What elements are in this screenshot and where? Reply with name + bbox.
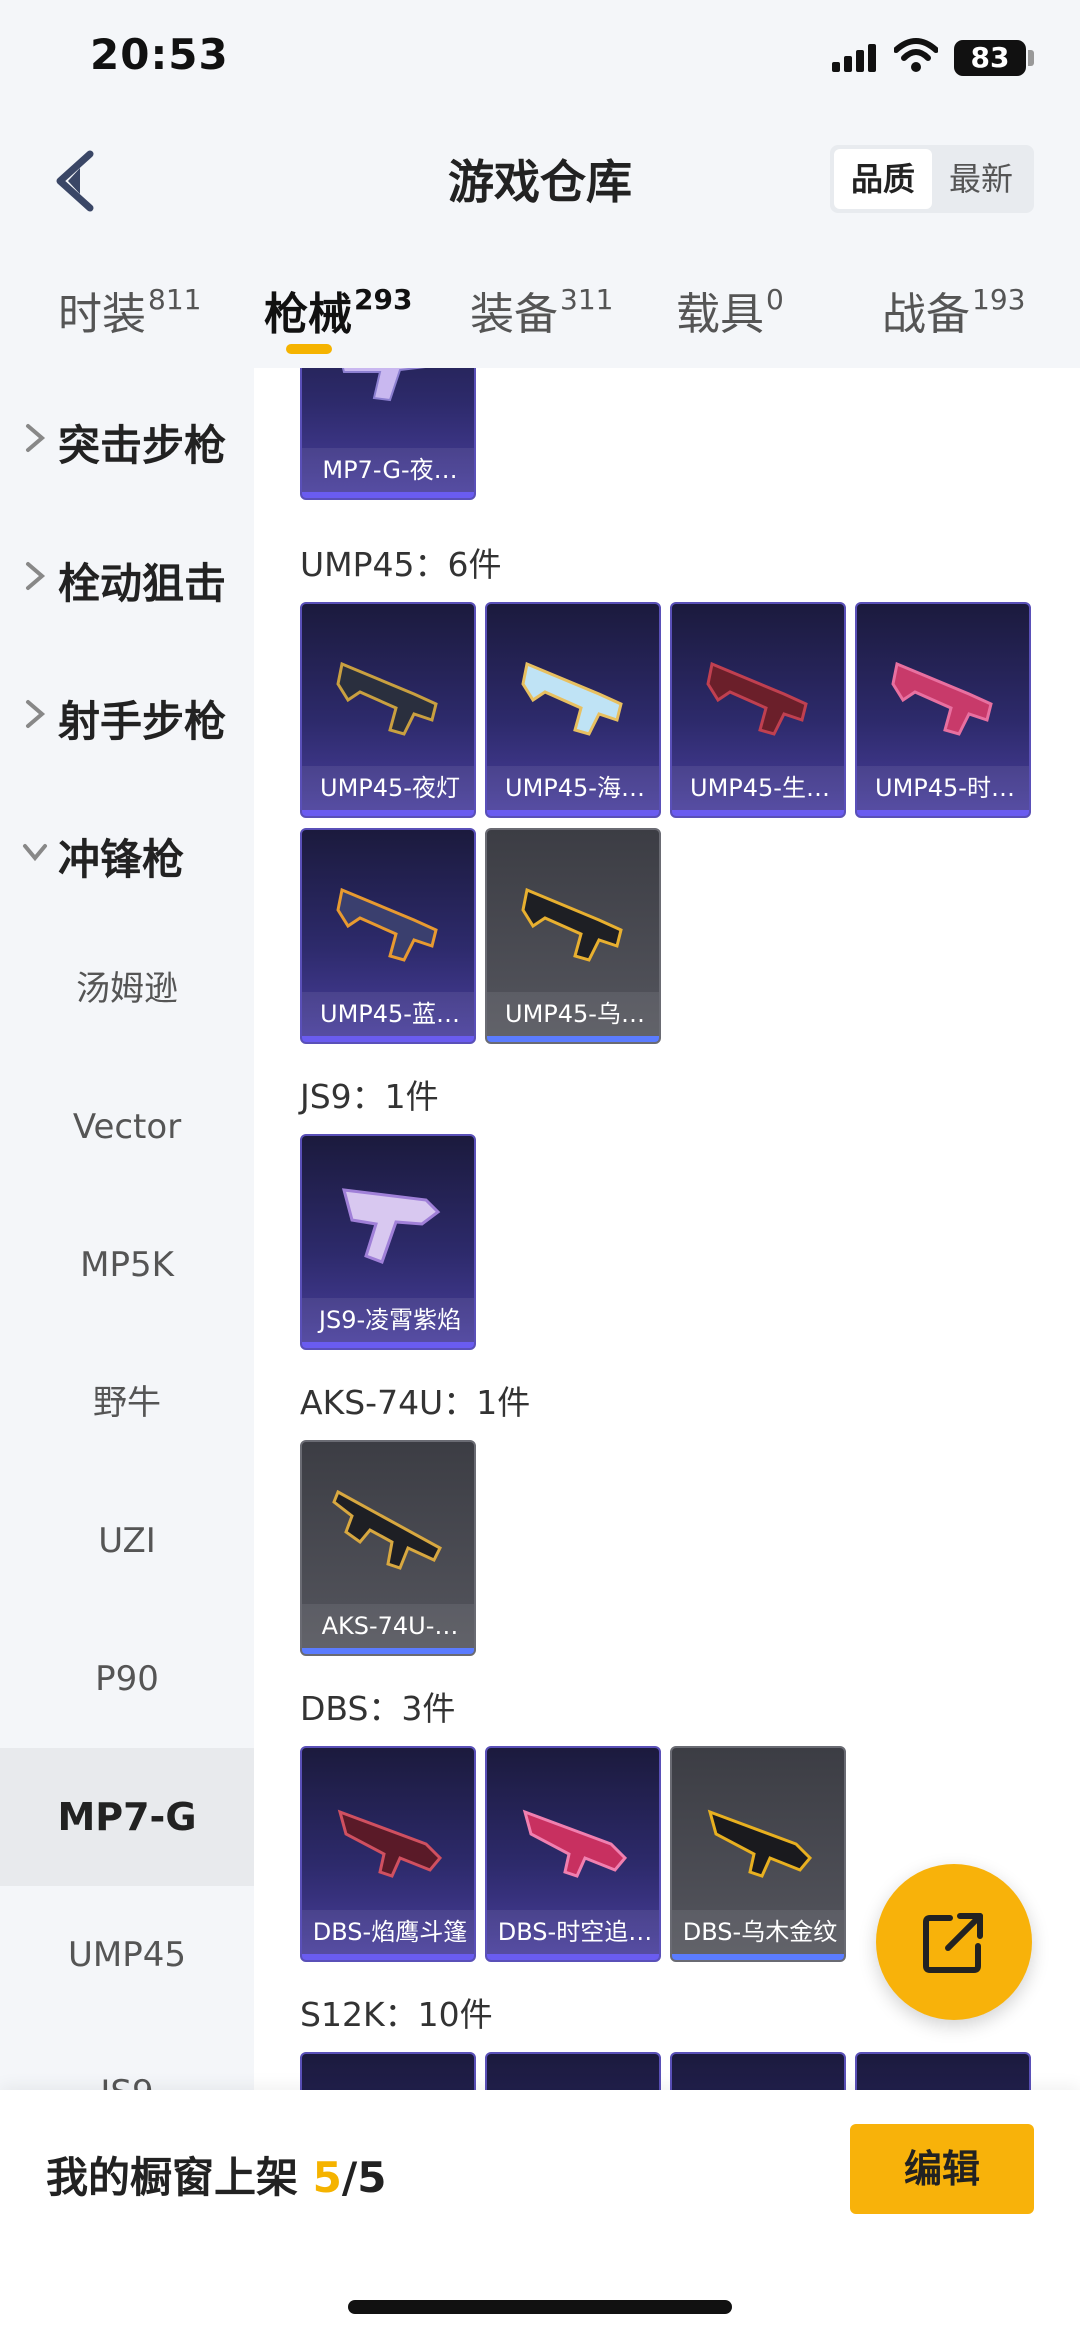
sidebar-item-mp5k[interactable]: MP5K: [0, 1196, 254, 1334]
section-header-s12k: S12K：10件: [300, 1995, 493, 2034]
chevron-right-icon: [26, 562, 46, 590]
status-bar: 20:53 83: [0, 0, 1080, 120]
weapon-card[interactable]: DBS-焰鹰斗篷: [300, 1746, 476, 1962]
weapon-card[interactable]: DBS-时空追…: [485, 1746, 661, 1962]
tab-fashion[interactable]: 时装811: [58, 278, 201, 342]
weapon-grid: MP7-G-夜… UMP45：6件 UMP45-夜灯 UMP45-海… UMP4…: [254, 368, 1080, 2090]
tab-supplies[interactable]: 战备193: [882, 278, 1025, 342]
wifi-icon: [894, 38, 938, 72]
weapon-card[interactable]: [670, 2052, 846, 2090]
sidebar-item-vector[interactable]: Vector: [0, 1058, 254, 1196]
weapon-icon: [341, 1188, 441, 1264]
weapon-card[interactable]: UMP45-生…: [670, 602, 846, 818]
weapon-card[interactable]: MP7-G-夜…: [300, 368, 476, 500]
tab-equipment[interactable]: 装备311: [470, 278, 613, 342]
weapon-icon: [336, 661, 438, 736]
sort-quality-button[interactable]: 品质: [834, 149, 932, 209]
signal-icon: [832, 44, 876, 72]
sidebar-category-assault-rifle[interactable]: 突击步枪: [0, 368, 254, 506]
sidebar-item-uzi[interactable]: UZI: [0, 1472, 254, 1610]
sort-newest-button[interactable]: 最新: [932, 149, 1030, 209]
weapon-card[interactable]: JS9-凌霄紫焰: [300, 1134, 476, 1350]
weapon-icon: [332, 1489, 442, 1570]
sidebar-category-marksman-rifle[interactable]: 射手步枪: [0, 644, 254, 782]
card-rarity-bar: [302, 810, 474, 816]
battery-indicator: 83: [954, 40, 1026, 76]
weapon-card[interactable]: UMP45-蓝…: [300, 828, 476, 1044]
weapon-card[interactable]: [855, 2052, 1031, 2090]
battery-tip: [1028, 50, 1034, 66]
weapon-card[interactable]: UMP45-夜灯: [300, 602, 476, 818]
weapon-card[interactable]: AKS-74U-…: [300, 1440, 476, 1656]
section-header-aks74u: AKS-74U：1件: [300, 1383, 531, 1422]
weapon-icon: [336, 887, 438, 962]
sidebar-item-p90[interactable]: P90: [0, 1610, 254, 1748]
share-icon: [923, 1913, 983, 1973]
sidebar-category-smg[interactable]: 冲锋枪: [0, 782, 254, 920]
card-rarity-bar: [302, 1036, 474, 1042]
weapon-icon: [521, 887, 623, 962]
section-header-ump45: UMP45：6件: [300, 545, 502, 584]
card-rarity-bar: [302, 492, 474, 498]
sort-toggle: 品质 最新: [830, 145, 1034, 213]
tab-vehicles[interactable]: 载具0: [676, 278, 784, 342]
weapon-card[interactable]: DBS-乌木金纹: [670, 1746, 846, 1962]
sidebar-item-thompson[interactable]: 汤姆逊: [0, 920, 254, 1058]
card-rarity-bar: [487, 1036, 659, 1042]
weapon-card[interactable]: UMP45-乌…: [485, 828, 661, 1044]
weapon-sidebar: 突击步枪 栓动狙击 射手步枪 冲锋枪 汤姆逊 Vector MP5K 野牛 UZ…: [0, 368, 254, 2090]
card-rarity-bar: [487, 810, 659, 816]
weapon-card[interactable]: UMP45-时…: [855, 602, 1031, 818]
chevron-down-icon: [23, 844, 47, 862]
card-rarity-bar: [672, 810, 844, 816]
edit-button[interactable]: 编辑: [850, 2124, 1034, 2214]
card-rarity-bar: [302, 1954, 474, 1960]
sidebar-item-bison[interactable]: 野牛: [0, 1334, 254, 1472]
section-header-dbs: DBS：3件: [300, 1689, 456, 1728]
card-rarity-bar: [857, 810, 1029, 816]
card-rarity-bar: [487, 1954, 659, 1960]
home-indicator: [348, 2300, 732, 2314]
weapon-icon: [891, 661, 993, 736]
weapon-icon: [337, 1809, 443, 1878]
weapon-icon: [707, 1809, 813, 1878]
weapon-card[interactable]: UMP45-海…: [485, 602, 661, 818]
chevron-right-icon: [26, 424, 46, 452]
weapon-icon: [706, 661, 808, 736]
status-time: 20:53: [90, 30, 229, 79]
active-tab-indicator: [286, 344, 332, 354]
tab-firearms[interactable]: 枪械293: [264, 278, 412, 342]
category-tabs: 时装811 枪械293 装备311 载具0 战备193: [0, 258, 1080, 368]
weapon-card[interactable]: [300, 2052, 476, 2090]
card-rarity-bar: [672, 1954, 844, 1960]
weapon-icon: [521, 661, 623, 736]
weapon-icon: [341, 368, 426, 402]
card-rarity-bar: [302, 1342, 474, 1348]
sidebar-item-mp7g[interactable]: MP7-G: [0, 1748, 254, 1886]
weapon-card[interactable]: [485, 2052, 661, 2090]
card-rarity-bar: [302, 1648, 474, 1654]
sidebar-category-bolt-sniper[interactable]: 栓动狙击: [0, 506, 254, 644]
chevron-right-icon: [26, 700, 46, 728]
sidebar-item-js9[interactable]: JS9: [0, 2024, 254, 2090]
showcase-status: 我的橱窗上架 5/5: [46, 2153, 387, 2202]
share-button[interactable]: [876, 1864, 1032, 2020]
sidebar-item-ump45[interactable]: UMP45: [0, 1886, 254, 2024]
section-header-js9: JS9：1件: [300, 1077, 439, 1116]
weapon-icon: [522, 1809, 628, 1878]
